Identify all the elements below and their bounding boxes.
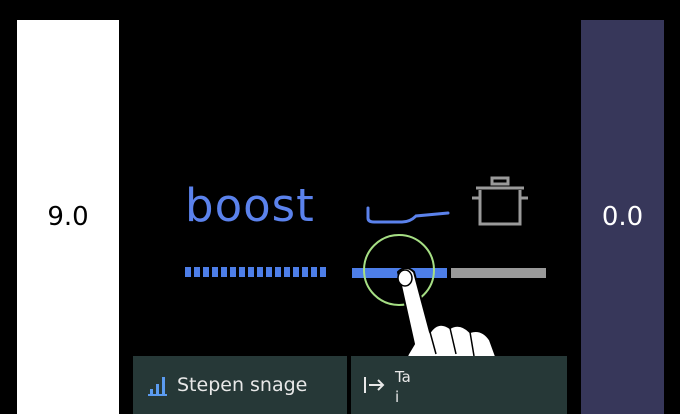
boost-label: boost xyxy=(185,179,315,232)
timer-label: Ta i xyxy=(395,367,411,407)
zone-left-value: 9.0 xyxy=(47,202,89,232)
arrow-to-bar-icon xyxy=(364,377,385,393)
power-stages-label: Stepen snage xyxy=(177,374,308,396)
timer-label-line1: Ta xyxy=(395,368,411,386)
pan-icon[interactable] xyxy=(362,200,452,230)
zone-right-value: 0.0 xyxy=(601,202,644,232)
bar-chart-icon xyxy=(148,377,167,396)
cooking-zone-left[interactable]: 9.0 xyxy=(17,20,119,414)
timer-label-line2: i xyxy=(395,388,400,406)
timer-button[interactable]: Ta i xyxy=(351,356,567,414)
power-stages-button[interactable]: Stepen snage xyxy=(133,356,347,414)
cooktop-display: 9.0 0.0 boost Stepen snage Ta i xyxy=(0,0,680,414)
cooking-zone-right[interactable]: 0.0 xyxy=(581,20,664,414)
pot-icon[interactable] xyxy=(470,176,530,228)
power-level-dotted-bar xyxy=(185,267,326,277)
